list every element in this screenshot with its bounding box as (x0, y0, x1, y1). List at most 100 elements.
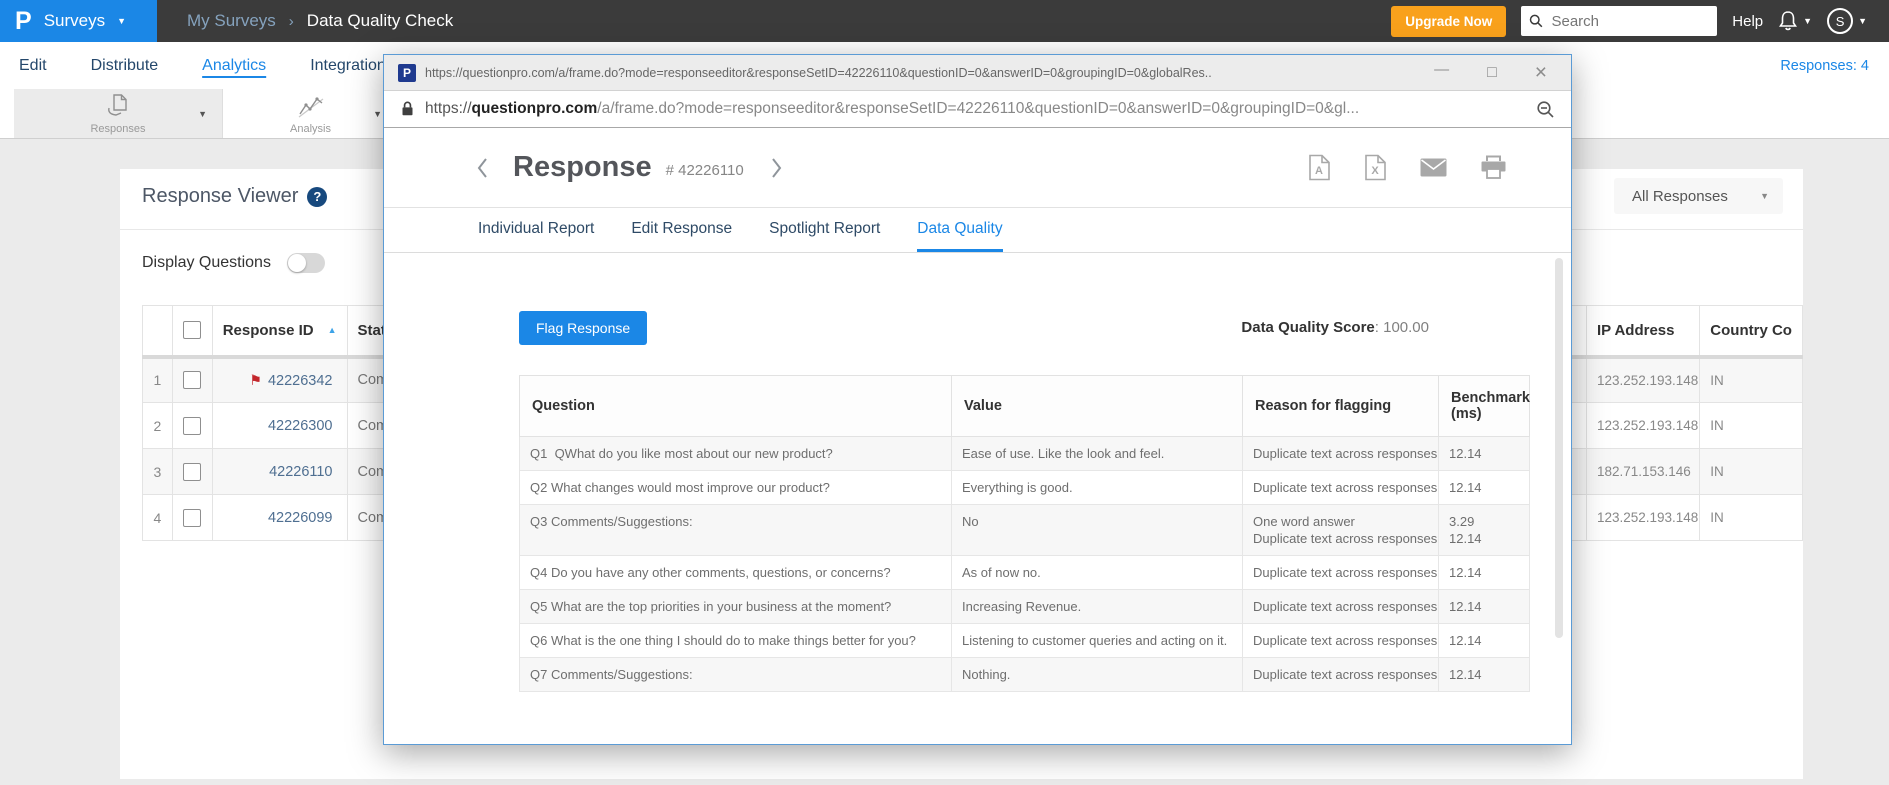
popup-window-title: https://questionpro.com/a/frame.do?mode=… (425, 66, 1405, 80)
question-header: Question (520, 376, 952, 437)
questionpro-logo: P (15, 9, 32, 34)
svg-text:X: X (1371, 165, 1379, 177)
dq-value: Nothing. (952, 658, 1243, 692)
popup-header: Response # 42226110 A X (384, 128, 1571, 208)
response-id-cell[interactable]: ⚑42226342 (212, 357, 347, 403)
close-icon[interactable]: × (1535, 62, 1547, 83)
toolbar-analysis-button[interactable]: Analysis ▼ (224, 89, 398, 138)
flag-response-button[interactable]: Flag Response (519, 311, 647, 345)
zoom-out-icon[interactable] (1536, 100, 1555, 119)
flag-icon: ⚑ (249, 372, 262, 388)
dq-benchmark: 12.14 (1439, 437, 1530, 471)
row-checkbox[interactable] (183, 509, 201, 527)
popup-tabs: Individual Report Edit Response Spotligh… (384, 208, 1571, 253)
response-filter-dropdown[interactable]: All Responses ▼ (1614, 178, 1783, 214)
dq-reason: Duplicate text across responses (1243, 437, 1439, 471)
country-code-header[interactable]: Country Co (1700, 306, 1803, 357)
toolbar-responses-button[interactable]: Responses ▼ (14, 89, 223, 138)
popup-title: Response (513, 151, 652, 184)
row-checkbox[interactable] (183, 417, 201, 435)
account-menu[interactable]: S ▼ (1827, 8, 1867, 34)
toolbar-responses-label: Responses (90, 123, 145, 135)
address-url: https://questionpro.com/a/frame.do?mode=… (425, 100, 1526, 118)
export-pdf-icon[interactable]: A (1308, 154, 1331, 181)
next-response-icon[interactable] (770, 157, 783, 179)
dq-value: No (952, 505, 1243, 556)
product-switcher-label: Surveys (44, 11, 105, 31)
ip-address-header[interactable]: IP Address (1586, 306, 1699, 357)
page-title-row: Response Viewer ? (142, 185, 327, 208)
response-id-cell[interactable]: 42226110 (212, 449, 347, 495)
tab-edit[interactable]: Edit (19, 57, 47, 75)
dq-row: Q3 Comments/Suggestions: No One word ans… (520, 505, 1530, 556)
dq-row: Q4 Do you have any other comments, quest… (520, 556, 1530, 590)
lock-icon (400, 100, 415, 118)
minimize-icon[interactable]: — (1434, 62, 1449, 77)
toggle-knob (288, 254, 306, 272)
analysis-icon (297, 93, 325, 121)
breadcrumb-my-surveys[interactable]: My Surveys (187, 11, 276, 31)
search-input[interactable] (1549, 12, 1709, 31)
window-controls: — □ × (1414, 62, 1557, 83)
tab-integration[interactable]: Integration (310, 57, 386, 75)
export-excel-icon[interactable]: X (1364, 154, 1387, 181)
data-quality-table: Question Value Reason for flagging Bench… (519, 375, 1530, 692)
breadcrumb: My Surveys › Data Quality Check (187, 11, 453, 31)
screen: P Surveys ▼ My Surveys › Data Quality Ch… (0, 0, 1889, 785)
upgrade-now-button[interactable]: Upgrade Now (1391, 6, 1506, 37)
country-cell: IN (1700, 449, 1803, 495)
dq-row: Q7 Comments/Suggestions: Nothing. Duplic… (520, 658, 1530, 692)
help-link[interactable]: Help (1732, 13, 1763, 30)
chevron-down-icon: ▼ (117, 17, 126, 26)
reason-header: Reason for flagging (1243, 376, 1439, 437)
dq-question: Q6 What is the one thing I should do to … (520, 624, 952, 658)
dq-benchmark: 12.14 (1439, 624, 1530, 658)
responses-count: Responses: 4 (1780, 58, 1889, 74)
chevron-down-icon: ▼ (198, 109, 207, 119)
row-checkbox-cell (172, 357, 212, 403)
tab-data-quality[interactable]: Data Quality (917, 208, 1002, 252)
tab-spotlight-report[interactable]: Spotlight Report (769, 208, 880, 252)
export-icons: A X (1308, 154, 1507, 181)
row-number: 1 (143, 357, 173, 403)
toolbar-analysis-label: Analysis (290, 123, 331, 135)
dq-question: Q2 What changes would most improve our p… (520, 471, 952, 505)
row-checkbox[interactable] (183, 371, 201, 389)
display-questions-toggle[interactable] (287, 253, 325, 273)
country-cell: IN (1700, 495, 1803, 541)
chevron-down-icon: ▼ (1803, 17, 1812, 26)
ip-cell: 182.71.153.146 (1586, 449, 1699, 495)
dq-row: Q5 What are the top priorities in your b… (520, 590, 1530, 624)
tab-analytics[interactable]: Analytics (202, 57, 266, 75)
dq-reason: Duplicate text across responses (1243, 624, 1439, 658)
email-icon[interactable] (1420, 158, 1447, 177)
response-id-cell[interactable]: 42226099 (212, 495, 347, 541)
product-switcher[interactable]: P Surveys ▼ (0, 0, 157, 42)
data-quality-score: Data Quality Score: 100.00 (1241, 319, 1429, 336)
dq-value: As of now no. (952, 556, 1243, 590)
tab-edit-response[interactable]: Edit Response (631, 208, 732, 252)
sort-asc-icon: ▲ (328, 325, 337, 335)
benchmark-header: Benchmark (ms) (1439, 376, 1530, 437)
chevron-down-icon: ▼ (1858, 17, 1867, 26)
value-header: Value (952, 376, 1243, 437)
row-checkbox[interactable] (183, 463, 201, 481)
survey-nav-tabs: Edit Distribute Analytics Integration (0, 57, 430, 75)
scrollbar[interactable] (1555, 258, 1563, 638)
dq-benchmark: 12.14 (1439, 471, 1530, 505)
ip-cell: 123.252.193.148 (1586, 495, 1699, 541)
notifications-menu[interactable]: ▼ (1778, 10, 1812, 32)
display-questions-label: Display Questions (142, 254, 271, 272)
response-id-cell[interactable]: 42226300 (212, 403, 347, 449)
dq-question: Q3 Comments/Suggestions: (520, 505, 952, 556)
response-id-header[interactable]: Response ID▲ (212, 306, 347, 357)
tab-individual-report[interactable]: Individual Report (478, 208, 594, 252)
help-icon[interactable]: ? (307, 187, 327, 207)
select-all-checkbox[interactable] (183, 321, 201, 339)
maximize-icon[interactable]: □ (1487, 65, 1497, 81)
dq-value: Increasing Revenue. (952, 590, 1243, 624)
previous-response-icon[interactable] (476, 157, 489, 179)
print-icon[interactable] (1480, 155, 1507, 180)
tab-distribute[interactable]: Distribute (91, 57, 159, 75)
score-value: : 100.00 (1375, 319, 1429, 336)
